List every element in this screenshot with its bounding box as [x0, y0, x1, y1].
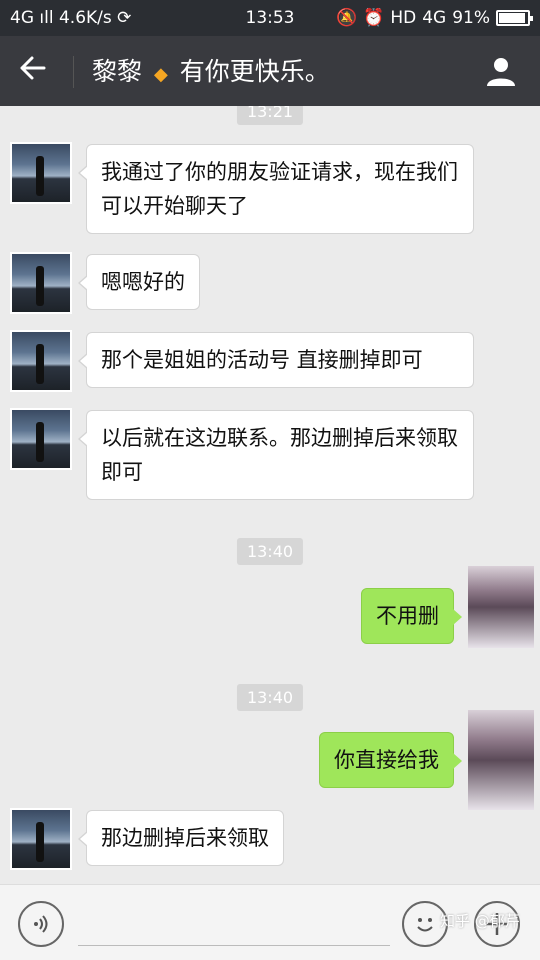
- contact-subtitle: 有你更快乐。: [179, 57, 330, 86]
- avatar[interactable]: [468, 710, 534, 810]
- contact-name: 黎黎: [92, 57, 143, 86]
- voice-icon[interactable]: [18, 901, 64, 947]
- chat-area[interactable]: 13:21 我通过了你的朋友验证请求，现在我们可以开始聊天了 嗯嗯好的 那个是姐…: [0, 106, 540, 884]
- avatar[interactable]: [10, 142, 72, 204]
- timestamp: 13:21: [236, 106, 304, 125]
- chat-header: 黎黎 ◆ 有你更快乐。: [0, 36, 540, 106]
- message-input[interactable]: [78, 945, 390, 946]
- message-bubble[interactable]: 嗯嗯好的: [78, 254, 200, 310]
- message-bubble[interactable]: 我通过了你的朋友验证请求，现在我们可以开始聊天了: [78, 144, 474, 234]
- hd-indicator: HD: [390, 8, 417, 28]
- message-bubble[interactable]: 那边删掉后来领取: [78, 810, 284, 866]
- battery-percent: 91%: [452, 8, 490, 28]
- message-bubble[interactable]: 不用删: [361, 588, 462, 644]
- mute-icon: 🔕: [335, 8, 358, 28]
- back-arrow-icon[interactable]: [18, 54, 46, 90]
- avatar[interactable]: [10, 330, 72, 392]
- header-divider: [73, 56, 74, 88]
- timestamp: 13:40: [236, 684, 304, 711]
- avatar[interactable]: [10, 408, 72, 470]
- diamond-icon: ◆: [153, 64, 168, 85]
- person-icon[interactable]: [484, 54, 518, 88]
- network-indicator-right: 4G: [422, 8, 447, 28]
- battery-icon: [496, 10, 533, 26]
- avatar[interactable]: [10, 808, 72, 870]
- status-right: 🔕 ⏰ HD 4G 91%: [335, 8, 533, 28]
- alarm-icon: ⏰: [363, 8, 385, 28]
- avatar[interactable]: [10, 252, 72, 314]
- chat-title: 黎黎 ◆ 有你更快乐。: [92, 56, 330, 91]
- message-bubble[interactable]: 以后就在这边联系。那边删掉后来领取即可: [78, 410, 474, 500]
- message-bubble[interactable]: 那个是姐姐的活动号 直接删掉即可: [78, 332, 474, 388]
- watermark: 知乎 @郁芹: [440, 912, 520, 930]
- status-bar: 4G ıll 4.6K/s ⟳ 13:53 🔕 ⏰ HD 4G 91%: [0, 0, 540, 36]
- timestamp: 13:40: [236, 538, 304, 565]
- message-bubble[interactable]: 你直接给我: [319, 732, 462, 788]
- avatar[interactable]: [468, 566, 534, 648]
